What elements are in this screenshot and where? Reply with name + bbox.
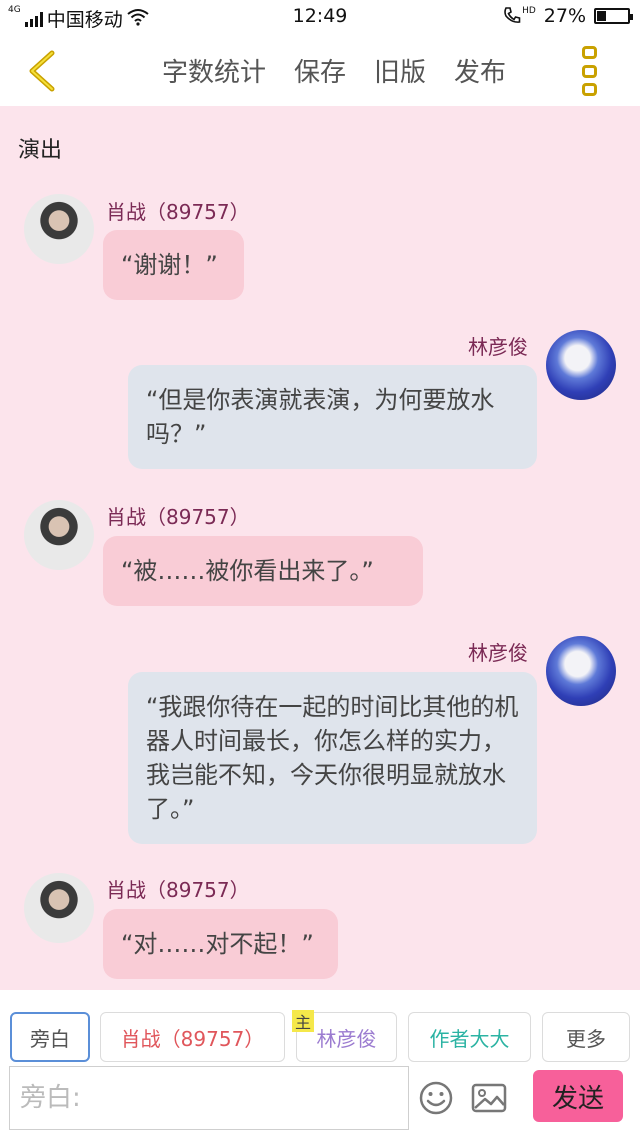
header-actions: 字数统计 保存 旧版 发布 — [162, 34, 534, 106]
role-tab-xiao-zhan[interactable]: 肖战（89757） — [100, 1012, 285, 1062]
battery-percent: 27% — [543, 5, 586, 27]
message-bubble[interactable]: “我跟你待在一起的时间比其他的机器人时间最长，你怎么样的实力，我岂能不知，今天你… — [128, 672, 537, 844]
message-bubble[interactable]: “被……被你看出来了。” — [103, 536, 423, 606]
avatar[interactable] — [24, 873, 94, 943]
scene-title: 演出 — [18, 138, 63, 163]
status-bar: 4G 中国移动 12:49 HD 27% — [0, 0, 640, 34]
speaker-name: 肖战（89757） — [106, 505, 250, 529]
message-bubble[interactable]: “对……对不起！” — [103, 909, 338, 979]
battery-icon — [594, 8, 633, 24]
role-label: 肖战（89757） — [120, 1026, 265, 1051]
status-right: HD 27% — [502, 5, 633, 27]
save-button[interactable]: 保存 — [294, 52, 362, 89]
role-selector: 旁白 肖战（89757） 主 林彦俊 作者大大 更多 — [0, 990, 640, 1066]
role-label: 旁白 — [30, 1026, 70, 1051]
call-hd-icon: HD — [502, 6, 536, 26]
avatar[interactable] — [546, 636, 616, 706]
role-label: 林彦俊 — [316, 1026, 377, 1051]
smiley-icon[interactable] — [418, 1080, 454, 1116]
more-roles-button[interactable]: 更多 — [542, 1012, 630, 1062]
publish-button[interactable]: 发布 — [454, 52, 522, 89]
battery-fill — [597, 11, 606, 21]
speaker-name: 林彦俊 — [468, 641, 528, 665]
back-button[interactable] — [22, 48, 62, 94]
app-header: 字数统计 保存 旧版 发布 — [0, 34, 640, 106]
hd-label: HD — [522, 6, 536, 16]
word-count-button[interactable]: 字数统计 — [162, 52, 282, 89]
host-badge: 主 — [292, 1010, 314, 1032]
speaker-name: 肖战（89757） — [106, 878, 250, 902]
message-bubble[interactable]: “但是你表演就表演，为何要放水吗？” — [128, 365, 537, 469]
send-button[interactable]: 发送 — [533, 1070, 623, 1122]
avatar[interactable] — [24, 500, 94, 570]
old-version-button[interactable]: 旧版 — [374, 52, 442, 89]
speaker-name: 肖战（89757） — [106, 200, 250, 224]
chevron-left-icon — [29, 50, 55, 92]
chat-area[interactable]: 演出 肖战（89757） “谢谢！” 林彦俊 “但是你表演就表演，为何要放水吗？… — [0, 106, 640, 990]
more-vertical-icon[interactable] — [578, 46, 600, 96]
avatar[interactable] — [546, 330, 616, 400]
composer-bar: 发送 — [0, 1066, 640, 1138]
image-icon[interactable] — [471, 1083, 507, 1113]
speaker-name: 林彦俊 — [468, 335, 528, 359]
role-label: 作者大大 — [429, 1026, 510, 1051]
role-tab-author[interactable]: 作者大大 — [408, 1012, 531, 1062]
message-input[interactable] — [9, 1066, 409, 1130]
message-bubble[interactable]: “谢谢！” — [103, 230, 244, 300]
avatar[interactable] — [24, 194, 94, 264]
role-label: 更多 — [566, 1026, 606, 1051]
role-tab-narrator[interactable]: 旁白 — [10, 1012, 90, 1062]
